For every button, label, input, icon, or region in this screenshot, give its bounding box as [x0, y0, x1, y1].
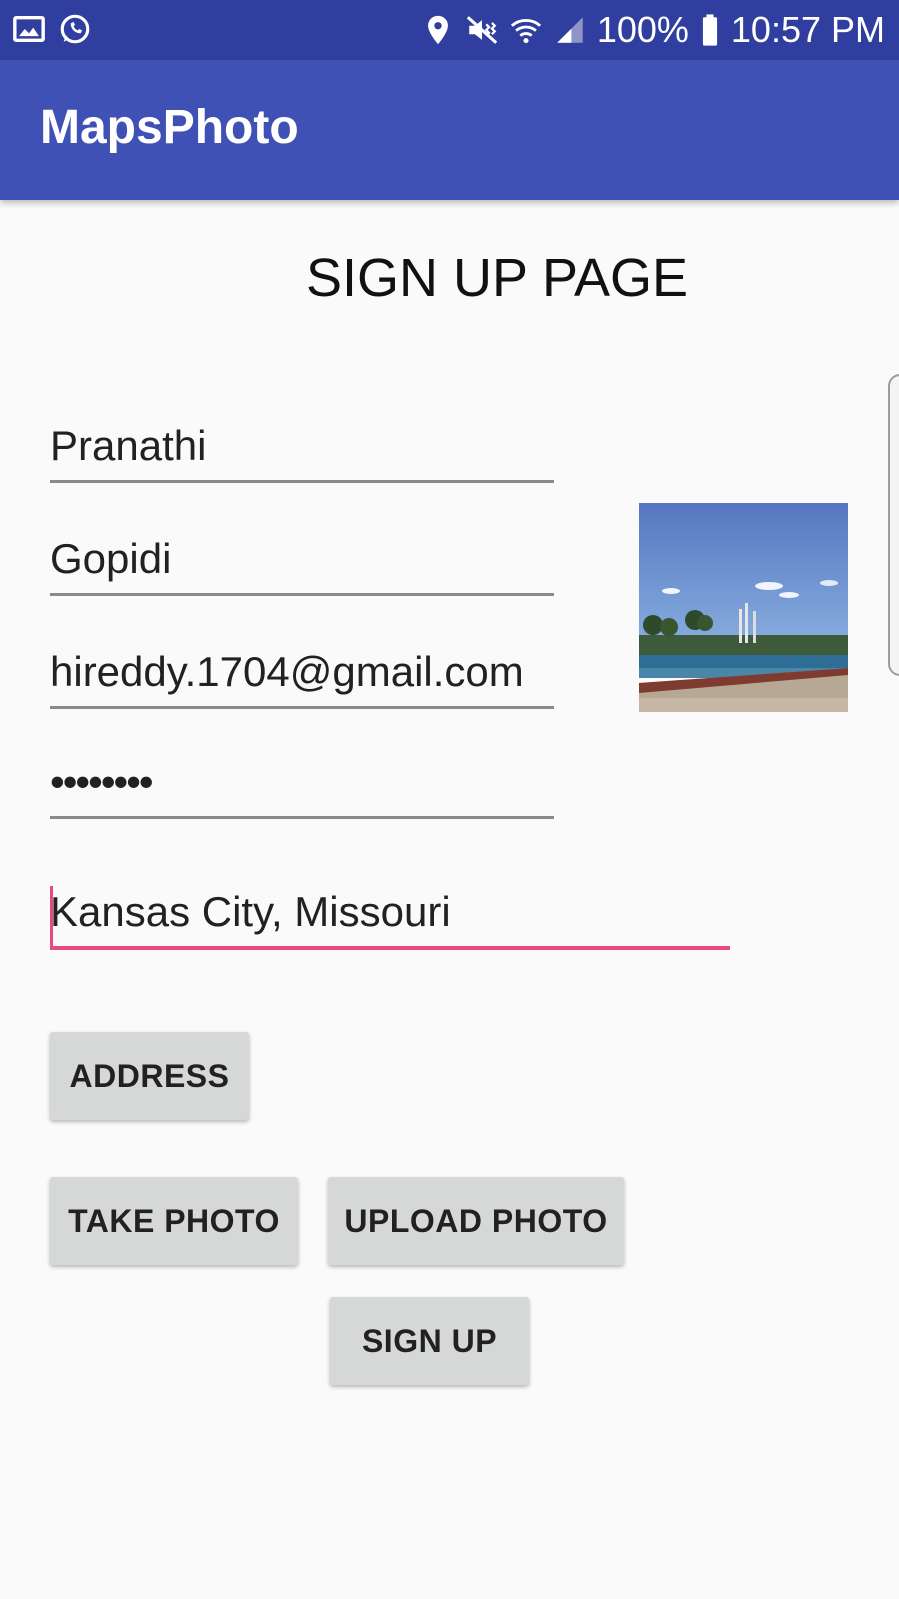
clock: 10:57 PM [730, 9, 885, 50]
battery-percent: 100% [596, 9, 689, 50]
last-name-field[interactable]: Gopidi [50, 533, 554, 596]
address-button[interactable]: ADDRESS [50, 1032, 249, 1120]
page-title: SIGN UP PAGE [305, 248, 689, 308]
signal-icon [553, 13, 587, 47]
email-field[interactable]: hireddy.1704@gmail.com [50, 646, 554, 709]
wifi-icon [509, 13, 543, 47]
system-status: 100% 10:57 PM [421, 8, 885, 52]
whatsapp-icon [58, 12, 92, 46]
first-name-field[interactable]: Pranathi [50, 420, 554, 483]
mute-vibrate-icon [465, 13, 499, 47]
address-field[interactable]: Kansas City, Missouri [50, 886, 730, 950]
take-photo-button[interactable]: TAKE PHOTO [50, 1177, 298, 1265]
image-icon [12, 12, 46, 46]
app-title: MapsPhoto [40, 101, 299, 154]
sign-up-button[interactable]: SIGN UP [330, 1297, 529, 1385]
profile-photo [639, 503, 848, 712]
app-bar: MapsPhoto [0, 60, 899, 200]
battery-icon [699, 13, 721, 47]
notification-icons [12, 12, 92, 46]
upload-photo-button[interactable]: UPLOAD PHOTO [328, 1177, 624, 1265]
address-field-value: Kansas City, Missouri [50, 888, 451, 935]
password-field[interactable]: •••••••• [50, 756, 554, 819]
edge-panel-handle[interactable] [888, 374, 899, 676]
status-bar: 100% 10:57 PM [0, 0, 899, 60]
location-icon [421, 13, 455, 47]
text-cursor [50, 886, 53, 946]
